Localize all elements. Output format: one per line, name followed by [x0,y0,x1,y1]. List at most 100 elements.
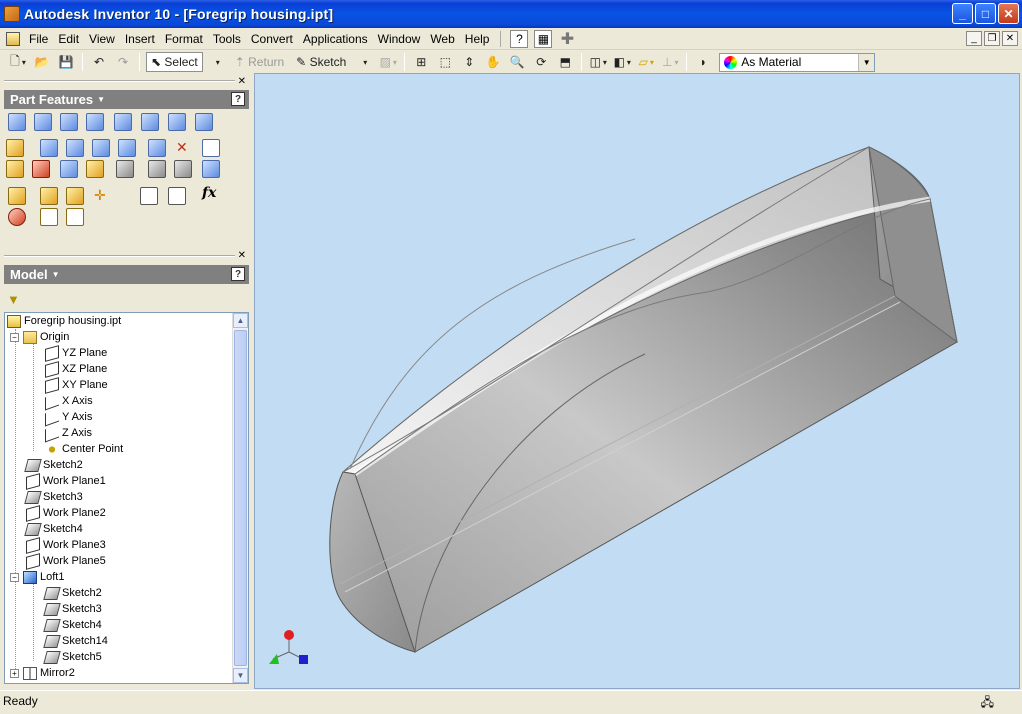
close-button[interactable]: ✕ [998,3,1019,24]
hole-icon[interactable] [60,113,78,131]
save-icon[interactable]: 💾 [56,52,76,72]
tree-item-loft-sketch5[interactable]: Sketch5 [43,649,102,665]
tree-item-z-axis[interactable]: Z Axis [45,423,92,443]
coil-icon[interactable] [195,113,213,131]
stitch-icon[interactable] [6,160,24,178]
tree-item-xz-plane[interactable]: XZ Plane [45,360,107,378]
minimize-button[interactable]: _ [952,3,973,24]
emboss-icon[interactable] [32,160,50,178]
tree-item-yz-plane[interactable]: YZ Plane [45,344,107,362]
analysis-icon[interactable]: ⊥ ▾ [660,52,680,72]
graphics-viewport[interactable] [254,73,1020,689]
rectangular-pattern-icon[interactable] [116,160,134,178]
tree-item-sketch2[interactable]: Sketch2 [24,457,83,473]
create-imate-icon[interactable] [40,208,58,226]
sketch-button[interactable]: ✎ Sketch [292,52,350,72]
zoom-all-icon[interactable]: ⊞ [411,52,431,72]
tree-item-loft-sketch4[interactable]: Sketch4 [43,617,102,633]
work-point-icon[interactable]: ✛ [94,187,112,205]
panel-close-icon[interactable]: ✕ [238,250,246,261]
shaded-display-icon[interactable]: ◧ ▾ [612,52,632,72]
menu-convert[interactable]: Convert [246,30,298,48]
promote-icon[interactable] [140,187,158,205]
tree-item-xy-plane[interactable]: XY Plane [45,376,108,394]
tree-item-work-plane1[interactable]: Work Plane1 [26,472,106,490]
tree-item-mirror2[interactable]: + Mirror2 [10,665,75,681]
maximize-button[interactable]: □ [975,3,996,24]
whats-this-help-icon[interactable]: ? [510,29,529,48]
tree-item-work-plane5[interactable]: Work Plane5 [26,552,106,570]
zoom-window-icon[interactable]: ⬚ [435,52,455,72]
display-mode-icon[interactable]: ◫ ▾ [588,52,608,72]
sketch-dropdown-icon[interactable]: ▾ [354,52,374,72]
menu-format[interactable]: Format [160,30,208,48]
split-icon[interactable] [118,139,136,157]
menu-insert[interactable]: Insert [120,30,160,48]
menu-view[interactable]: View [84,30,120,48]
scroll-down-icon[interactable]: ▼ [233,668,248,683]
help-icon[interactable]: ? [231,267,245,281]
model-browser-header[interactable]: Model ▼ ? [4,265,249,284]
menu-help[interactable]: Help [460,30,495,48]
delete-face-icon[interactable]: ✕ [176,139,194,157]
tree-item-y-axis[interactable]: Y Axis [45,407,92,427]
tree-item-x-axis[interactable]: X Axis [45,391,93,411]
part-features-header[interactable]: Part Features ▼ ? [4,90,249,109]
circular-pattern-icon[interactable] [174,160,192,178]
redo-icon[interactable]: ↷ [113,52,133,72]
menu-file[interactable]: File [24,30,53,48]
return-button[interactable]: ⇡ Return [231,52,288,72]
scroll-up-icon[interactable]: ▲ [233,313,248,328]
revolve-icon[interactable] [34,113,52,131]
tree-item-loft-sketch14[interactable]: Sketch14 [43,633,108,649]
menu-applications[interactable]: Applications [298,30,373,48]
rib-icon[interactable] [114,113,132,131]
panel-close-icon[interactable]: ✕ [238,76,246,87]
open-folder-icon[interactable]: 📂 [32,52,52,72]
zoom-icon[interactable]: ⇕ [459,52,479,72]
doc-close-button[interactable]: ✕ [1002,31,1018,46]
menu-window[interactable]: Window [373,30,426,48]
parameters-fx-icon[interactable]: fx [202,185,220,203]
tree-item-loft-sketch2[interactable]: Sketch2 [43,585,102,601]
select-button[interactable]: ⬉ Select [146,52,203,72]
thread-icon[interactable] [6,139,24,157]
pan-icon[interactable]: ✋ [483,52,503,72]
tree-item-work-plane3[interactable]: Work Plane3 [26,536,106,554]
appearance-icon[interactable]: ◗ [693,52,713,72]
tree-item-loft1[interactable]: − Loft1 [10,569,64,585]
thicken-icon[interactable] [148,139,166,157]
pattern-icon[interactable] [148,160,166,178]
document-icon[interactable] [6,31,20,46]
panel-grip[interactable] [4,80,235,82]
tree-item-work-plane2[interactable]: Work Plane2 [26,504,106,522]
extrude-icon[interactable] [8,113,26,131]
tree-item-root[interactable]: Foregrip housing.ipt [7,313,121,329]
collapse-icon[interactable]: − [10,332,19,342]
tree-scrollbar[interactable]: ▲ ▼ [232,313,248,683]
undo-icon[interactable]: ↶ [89,52,109,72]
tree-item-sketch3[interactable]: Sketch3 [24,489,83,505]
menu-edit[interactable]: Edit [53,30,84,48]
part-model-render[interactable] [255,74,1021,690]
tree-item-loft-sketch3[interactable]: Sketch3 [43,601,102,617]
sweep-icon[interactable] [168,113,186,131]
chamfer-icon[interactable] [66,139,84,157]
look-at-icon[interactable]: ⬒ [555,52,575,72]
help-icon[interactable]: ? [231,92,245,106]
menu-tools[interactable]: Tools [208,30,246,48]
inventor-app-icon[interactable] [4,6,20,22]
derived-component-icon[interactable] [8,187,26,205]
appearance-override-icon[interactable] [8,208,26,226]
add-icon[interactable]: ✚ [558,30,576,48]
filter-icon[interactable]: ▼ [7,292,20,307]
info-icon[interactable] [66,208,84,226]
mirror-feature-icon[interactable] [202,160,220,178]
expand-icon[interactable]: + [10,668,19,678]
decal-icon[interactable] [60,160,78,178]
scroll-thumb[interactable] [234,330,247,666]
work-plane-icon[interactable] [40,187,58,205]
tree-item-sketch4[interactable]: Sketch4 [24,521,83,537]
calculator-icon[interactable]: ▦ [534,29,553,48]
ground-plane-icon[interactable]: ▱ ▾ [636,52,656,72]
